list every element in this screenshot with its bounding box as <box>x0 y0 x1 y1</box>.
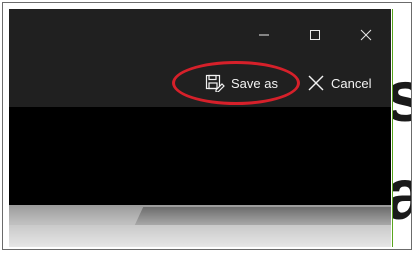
minimize-icon <box>258 29 270 41</box>
maximize-button[interactable] <box>298 21 332 49</box>
title-bar: Save as Cancel <box>9 9 391 107</box>
photo-editor-window: Save as Cancel <box>9 9 391 247</box>
cancel-label: Cancel <box>331 75 372 91</box>
photo-ceiling-beam <box>134 207 391 225</box>
maximize-icon <box>309 29 321 41</box>
close-icon <box>360 29 372 41</box>
cancel-x-icon <box>307 74 325 92</box>
photo-wall <box>9 225 391 247</box>
red-annotation-ring <box>172 61 300 105</box>
background-text-fragment: a <box>393 159 411 231</box>
background-text-fragment: s <box>393 61 411 133</box>
photo-preview <box>9 205 391 247</box>
close-window-button[interactable] <box>349 21 383 49</box>
minimize-button[interactable] <box>247 21 281 49</box>
background-document-edge: s a <box>393 9 411 247</box>
cancel-button[interactable]: Cancel <box>307 68 371 98</box>
